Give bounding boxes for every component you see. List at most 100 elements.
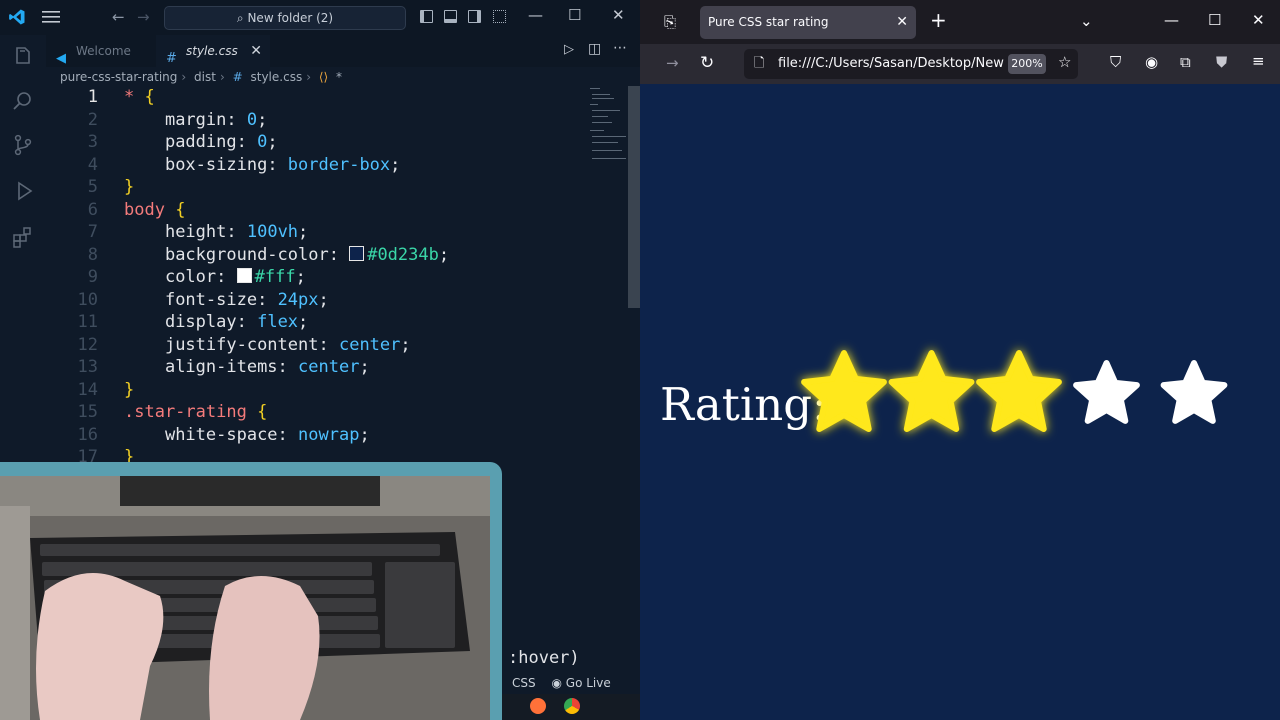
star-filled-icon[interactable] [801, 350, 887, 432]
shield-icon[interactable]: ⛊ [1216, 53, 1227, 71]
minimize-icon[interactable]: — [1164, 11, 1179, 29]
line-number: 4 [87, 154, 98, 175]
line-number: 3 [87, 132, 98, 152]
breadcrumb-folder[interactable]: pure-css-star-rating [60, 70, 177, 84]
line-number: 7 [87, 222, 98, 242]
line-number: 6 [87, 199, 98, 220]
tab-list-icon[interactable]: ⎘ [664, 13, 676, 31]
close-window-icon[interactable]: ✕ [1252, 11, 1265, 29]
color-swatch[interactable] [349, 245, 365, 261]
star-empty-icon[interactable] [1160, 360, 1228, 424]
minimap[interactable] [586, 86, 628, 166]
customize-layout-icon[interactable] [493, 10, 506, 23]
star-filled-icon[interactable] [888, 350, 975, 432]
activity-bar [0, 35, 46, 475]
taskbar [502, 694, 640, 720]
maximize-icon[interactable]: ☐ [568, 6, 581, 24]
line-number: 10 [77, 289, 98, 310]
line-number: 8 [87, 244, 98, 265]
breadcrumb-file[interactable]: style.css [251, 70, 303, 84]
account-icon[interactable]: ◉ [1145, 53, 1158, 71]
source-control-icon[interactable] [11, 133, 35, 157]
vscode-logo-icon [9, 9, 25, 25]
line-number: 13 [77, 357, 98, 377]
vscode-window: ← → ⌕ New folder (2) — ☐ ✕ ◀ Welcome # s… [0, 0, 640, 720]
minimize-icon[interactable]: — [528, 6, 543, 24]
go-live-icon: ◉ [551, 676, 562, 690]
app-menu-icon[interactable]: ≡ [1252, 52, 1265, 70]
split-editor-icon[interactable]: ◫ [588, 41, 601, 57]
browser-toolbar: → ↻ 🗋︎ file:///C:/Users/Sasan/Desktop/Ne… [640, 44, 1280, 84]
run-debug-icon[interactable] [11, 179, 35, 203]
run-icon[interactable]: ▷ [564, 42, 574, 57]
reload-icon[interactable]: ↻ [700, 53, 714, 73]
forward-arrow-icon[interactable]: → [666, 54, 679, 72]
line-number: 14 [77, 379, 98, 400]
page-content: Rating: [640, 84, 1280, 720]
zoom-level-badge[interactable]: 200% [1008, 54, 1046, 74]
search-icon: ⌕ [236, 11, 248, 25]
breadcrumb: pure-css-star-rating › dist › # style.css ›… [60, 70, 343, 84]
line-number: 12 [77, 334, 98, 355]
extensions-icon[interactable]: ⧉ [1180, 53, 1191, 71]
webcam-overlay [0, 462, 502, 720]
tab-welcome-label: Welcome [76, 44, 131, 58]
code-fragment: :hover) [508, 648, 580, 668]
tab-style-css[interactable]: # style.css ✕ [156, 35, 270, 67]
page-info-icon[interactable]: 🗋︎ [754, 49, 764, 79]
breadcrumb-dist[interactable]: dist [194, 70, 216, 84]
line-number: 16 [77, 424, 98, 445]
extensions-icon[interactable] [11, 225, 35, 249]
url-text: file:///C:/Users/Sasan/Desktop/New fo [778, 56, 1021, 71]
back-arrow-icon[interactable]: ← [112, 8, 125, 26]
selector-symbol-icon: ⟨⟩ [318, 70, 329, 84]
hamburger-menu-icon[interactable] [42, 10, 60, 24]
browser-tab[interactable]: Pure CSS star rating ✕ [700, 6, 916, 39]
chrome-icon[interactable] [564, 698, 580, 714]
tab-style-label: style.css [186, 44, 238, 58]
firefox-window: ⎘ Pure CSS star rating ✕ + ⌄ — ☐ ✕ → ↻ 🗋… [640, 0, 1280, 720]
star-empty-icon[interactable] [1073, 360, 1140, 424]
go-live-button[interactable]: Go Live [566, 676, 611, 690]
new-tab-icon[interactable]: + [930, 8, 947, 32]
forward-arrow-icon[interactable]: → [137, 8, 150, 26]
star-rating[interactable] [640, 84, 1280, 720]
list-all-tabs-icon[interactable]: ⌄ [1080, 12, 1093, 30]
code-editor[interactable]: 1 * { 2 margin: 0; 3 padding: 0; 4 box-si… [46, 86, 586, 467]
webcam-video [0, 476, 490, 720]
toggle-panel-icon[interactable] [444, 10, 457, 23]
line-number: 9 [87, 267, 98, 287]
toggle-secondary-sidebar-icon[interactable] [468, 10, 481, 23]
editor-tab-bar: ◀ Welcome # style.css ✕ ▷ ◫ ⋯ [46, 35, 640, 67]
close-tab-icon[interactable]: ✕ [896, 6, 908, 39]
star-filled-icon[interactable] [976, 350, 1062, 432]
tab-welcome[interactable]: ◀ Welcome [46, 35, 156, 67]
breadcrumb-symbol[interactable]: * [336, 70, 342, 84]
line-number: 11 [77, 312, 98, 332]
explorer-icon[interactable] [11, 45, 35, 69]
vscode-titlebar: ← → ⌕ New folder (2) — ☐ ✕ [0, 0, 640, 35]
search-label: New folder (2) [247, 11, 334, 25]
close-tab-icon[interactable]: ✕ [250, 35, 262, 67]
more-actions-icon[interactable]: ⋯ [613, 40, 627, 56]
css-file-icon: # [232, 70, 243, 84]
bookmark-star-icon[interactable]: ☆ [1058, 53, 1071, 71]
language-mode[interactable]: CSS [512, 676, 536, 690]
toggle-sidebar-icon[interactable] [420, 10, 433, 23]
line-number: 15 [77, 402, 98, 422]
line-number: 5 [87, 177, 98, 197]
pocket-icon[interactable]: ⛉ [1110, 53, 1121, 71]
editor-scrollbar[interactable] [628, 86, 640, 308]
status-bar: CSS ◉ Go Live 🔔︎ [502, 672, 640, 712]
close-window-icon[interactable]: ✕ [612, 6, 625, 24]
search-icon[interactable] [11, 89, 35, 113]
maximize-icon[interactable]: ☐ [1208, 11, 1221, 29]
command-center-search[interactable]: ⌕ New folder (2) [164, 6, 406, 30]
line-number: 1 [87, 87, 98, 107]
color-swatch[interactable] [236, 268, 252, 283]
line-number: 2 [87, 109, 98, 130]
tab-title: Pure CSS star rating [708, 15, 829, 29]
browser-tab-bar: ⎘ Pure CSS star rating ✕ + ⌄ — ☐ ✕ [640, 0, 1280, 44]
keyboard-hands-image [0, 476, 490, 720]
firefox-icon[interactable] [530, 698, 546, 714]
